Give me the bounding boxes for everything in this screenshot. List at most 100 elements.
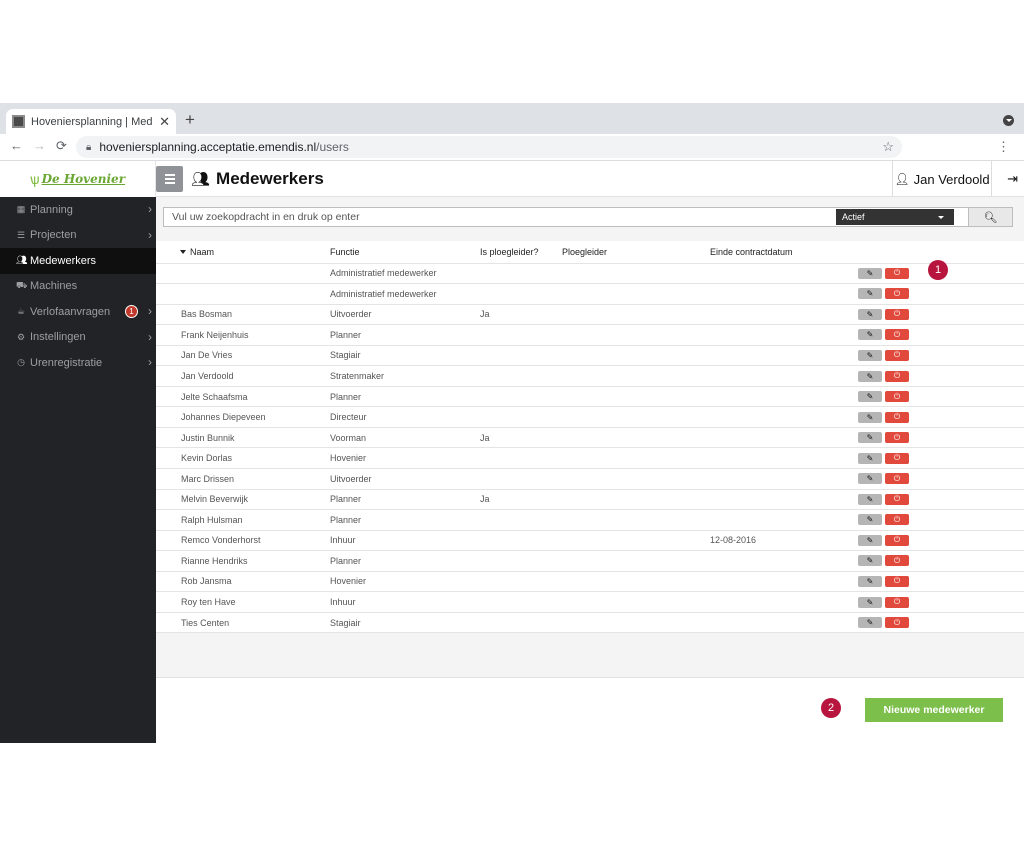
chevron-right-icon: › [148, 227, 152, 242]
logo[interactable]: ѱ De Hovenier [0, 161, 156, 197]
logout-icon[interactable]: ⇥ [1007, 171, 1018, 187]
deactivate-button[interactable]: ⏻ [885, 329, 909, 341]
search-button[interactable]: 🔍︎ [968, 208, 1012, 226]
edit-button[interactable]: ✎ [858, 555, 882, 567]
edit-button[interactable]: ✎ [858, 370, 882, 382]
annotation-marker-2: 2 [821, 698, 841, 718]
menu-toggle-button[interactable] [156, 166, 183, 192]
cell-einde-contractdatum [710, 489, 858, 510]
edit-button[interactable]: ✎ [858, 452, 882, 464]
deactivate-button[interactable]: ⏻ [885, 267, 909, 279]
address-bar[interactable]: 🔒︎ hoveniersplanning.acceptatie.emendis.… [76, 136, 902, 158]
deactivate-button[interactable]: ⏻ [885, 432, 909, 444]
cell-functie: Directeur [330, 412, 367, 423]
cell-ploegleider [562, 345, 710, 366]
deactivate-button[interactable]: ⏻ [885, 349, 909, 361]
sidebar-item-urenregistratie[interactable]: ◷ Urenregistratie › [0, 350, 156, 376]
deactivate-button[interactable]: ⏻ [885, 493, 909, 505]
edit-button[interactable]: ✎ [858, 493, 882, 505]
back-icon[interactable]: ← [10, 138, 23, 153]
deactivate-button[interactable]: ⏻ [885, 308, 909, 320]
status-filter-select[interactable]: Actief [836, 209, 954, 225]
edit-button[interactable]: ✎ [858, 288, 882, 300]
sidebar-item-label: Urenregistratie [30, 356, 103, 369]
deactivate-button[interactable]: ⏻ [885, 370, 909, 382]
close-tab-icon[interactable]: ✕ [159, 114, 170, 130]
cell-einde-contractdatum [710, 366, 858, 387]
edit-button[interactable]: ✎ [858, 411, 882, 423]
deactivate-button[interactable]: ⏻ [885, 452, 909, 464]
table-row: Jelte Schaafsma Planner ✎ ⏻ [156, 386, 1024, 407]
cell-ploegleider [562, 263, 710, 284]
cell-actions: ✎ ⏻ [858, 530, 1024, 551]
edit-button[interactable]: ✎ [858, 308, 882, 320]
chevron-right-icon: › [148, 202, 152, 216]
sidebar-item-projecten[interactable]: ☰ Projecten › [0, 223, 156, 249]
column-header-functie[interactable]: Functie [330, 241, 480, 263]
sidebar-item-instellingen[interactable]: ⚙ Instellingen › [0, 325, 156, 351]
edit-button[interactable]: ✎ [858, 617, 882, 629]
cell-actions: ✎ ⏻ [858, 304, 1024, 325]
sidebar-item-label: Instellingen [30, 331, 86, 344]
edit-button[interactable]: ✎ [858, 267, 882, 279]
cell-is-ploegleider [480, 612, 562, 633]
deactivate-button[interactable]: ⏻ [885, 617, 909, 629]
cell-ploegleider [562, 325, 710, 346]
forward-icon[interactable]: → [33, 138, 46, 153]
edit-button[interactable]: ✎ [858, 329, 882, 341]
edit-button[interactable]: ✎ [858, 534, 882, 546]
cell-naam [156, 284, 330, 305]
cell-functie: Uitvoerder [330, 309, 372, 320]
edit-button[interactable]: ✎ [858, 575, 882, 587]
deactivate-button[interactable]: ⏻ [885, 391, 909, 403]
pencil-icon: ✎ [866, 556, 874, 566]
sidebar-item-medewerkers[interactable]: 👥︎ Medewerkers [0, 248, 156, 274]
deactivate-button[interactable]: ⏻ [885, 411, 909, 423]
pencil-icon: ✎ [866, 474, 874, 484]
cell-is-ploegleider [480, 407, 562, 428]
new-tab-icon[interactable]: + [185, 110, 195, 130]
cell-actions: ✎ ⏻ [858, 612, 1024, 633]
edit-button[interactable]: ✎ [858, 391, 882, 403]
column-header-naam[interactable]: Naam [156, 241, 330, 263]
deactivate-button[interactable]: ⏻ [885, 288, 909, 300]
table-row: Ties Centen Stagiair ✎ ⏻ [156, 612, 1024, 633]
sidebar-item-machines[interactable]: ⛟ Machines [0, 274, 156, 300]
cell-ploegleider [562, 427, 710, 448]
pencil-icon: ✎ [866, 597, 874, 607]
new-employee-button[interactable]: Nieuwe medewerker [865, 698, 1003, 722]
user-name: Jan Verdoold [913, 171, 990, 187]
cell-actions: ✎ ⏻ [858, 489, 1024, 510]
edit-button[interactable]: ✎ [858, 432, 882, 444]
tab-strip: Hoveniersplanning | Medewerke ✕ + [0, 103, 1024, 134]
user-menu-button[interactable]: 👤︎ Jan Verdoold [892, 161, 992, 197]
column-header-ploegleider[interactable]: Ploegleider [562, 241, 710, 263]
page-title-text: Medewerkers [216, 169, 324, 188]
edit-button[interactable]: ✎ [858, 349, 882, 361]
cell-functie: Hovenier [330, 576, 367, 587]
browser-menu-icon[interactable]: ⋮ [997, 139, 1010, 155]
chevron-right-icon: › [148, 304, 152, 318]
table-row: Justin Bunnik Voorman Ja ✎ ⏻ [156, 427, 1024, 448]
cell-functie: Planner [330, 555, 362, 566]
sidebar-item-planning[interactable]: ▦ Planning › [0, 197, 156, 223]
reload-icon[interactable]: ⟳ [56, 138, 67, 154]
column-header-einde-contractdatum[interactable]: Einde contractdatum [710, 241, 858, 263]
sidebar-item-verlofaanvragen[interactable]: ☕︎ Verlofaanvragen 1 › [0, 299, 156, 325]
edit-button[interactable]: ✎ [858, 596, 882, 608]
deactivate-button[interactable]: ⏻ [885, 473, 909, 485]
bookmark-star-icon[interactable]: ☆ [882, 139, 894, 155]
cell-actions: ✎ ⏻ [858, 386, 1024, 407]
column-header-is-ploegleider[interactable]: Is ploegleider? [480, 241, 562, 263]
deactivate-button[interactable]: ⏻ [885, 534, 909, 546]
pencil-icon: ✎ [866, 268, 874, 278]
edit-button[interactable]: ✎ [858, 473, 882, 485]
deactivate-button[interactable]: ⏻ [885, 596, 909, 608]
deactivate-button[interactable]: ⏻ [885, 514, 909, 526]
browser-tab[interactable]: Hoveniersplanning | Medewerke ✕ [6, 109, 176, 134]
edit-button[interactable]: ✎ [858, 514, 882, 526]
deactivate-button[interactable]: ⏻ [885, 555, 909, 567]
tab-search-icon[interactable] [1003, 115, 1014, 126]
deactivate-button[interactable]: ⏻ [885, 575, 909, 587]
search-input[interactable] [164, 208, 834, 226]
